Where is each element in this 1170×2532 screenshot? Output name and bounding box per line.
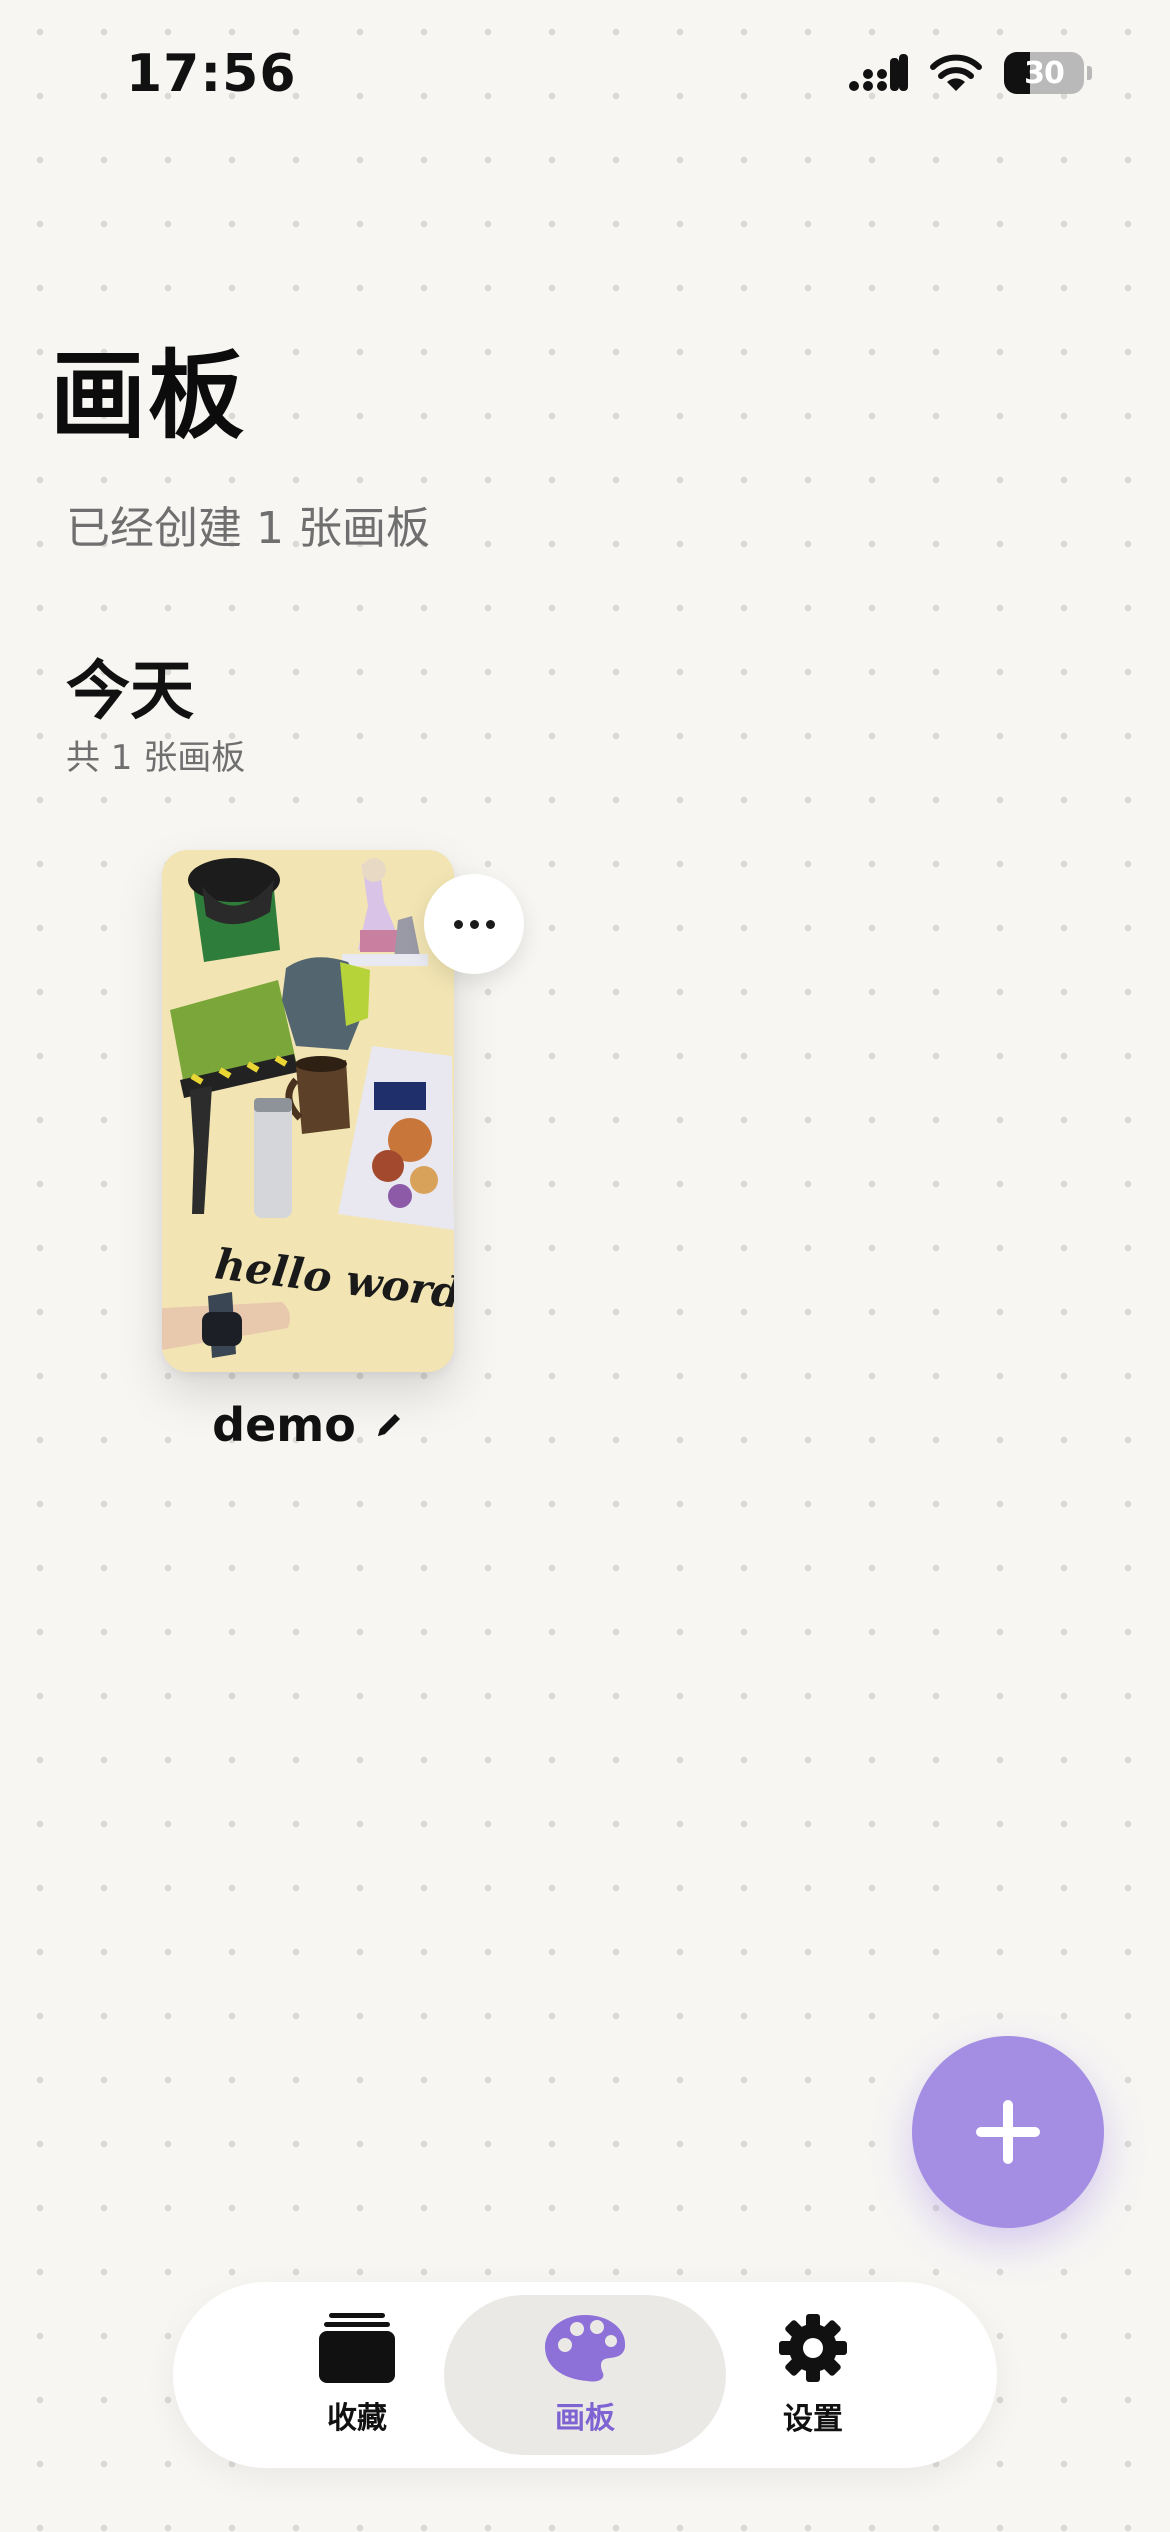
- tab-label: 设置: [783, 2402, 843, 2437]
- more-dot: [453, 919, 463, 929]
- section-count: 共 1 张画板: [66, 738, 246, 778]
- gear-icon: [779, 2314, 847, 2382]
- status-icons: 30: [848, 52, 1092, 94]
- tab-label: 画板: [555, 2401, 615, 2436]
- wifi-icon: [930, 54, 982, 91]
- board-name-row[interactable]: demo: [162, 1398, 454, 1452]
- signal-icon: [849, 54, 908, 91]
- status-time: 17:56: [126, 44, 297, 104]
- page-subtitle: 已经创建 1 张画板: [66, 503, 430, 554]
- more-dot: [469, 919, 479, 929]
- palette-icon: [545, 2315, 626, 2382]
- stack-icon: [319, 2313, 395, 2383]
- page-title: 画板: [50, 340, 246, 452]
- battery-cap: [1087, 66, 1092, 80]
- add-board-button[interactable]: [912, 2036, 1104, 2228]
- section-title: 今天: [66, 655, 194, 729]
- tab-bar: 收藏 画板 设置: [173, 2282, 997, 2468]
- battery-level: 30: [1024, 55, 1065, 91]
- pencil-icon[interactable]: [374, 1410, 404, 1440]
- battery-icon: 30: [1004, 52, 1084, 94]
- more-dot: [485, 919, 495, 929]
- board-more-button[interactable]: [424, 874, 524, 974]
- board-name: demo: [212, 1398, 356, 1452]
- board-card[interactable]: hello word: [162, 850, 454, 1372]
- board-thumbnail: hello word: [162, 850, 454, 1372]
- plus-icon: [976, 2100, 1040, 2164]
- tab-label: 收藏: [327, 2401, 387, 2436]
- tab-settings[interactable]: 设置: [672, 2295, 954, 2455]
